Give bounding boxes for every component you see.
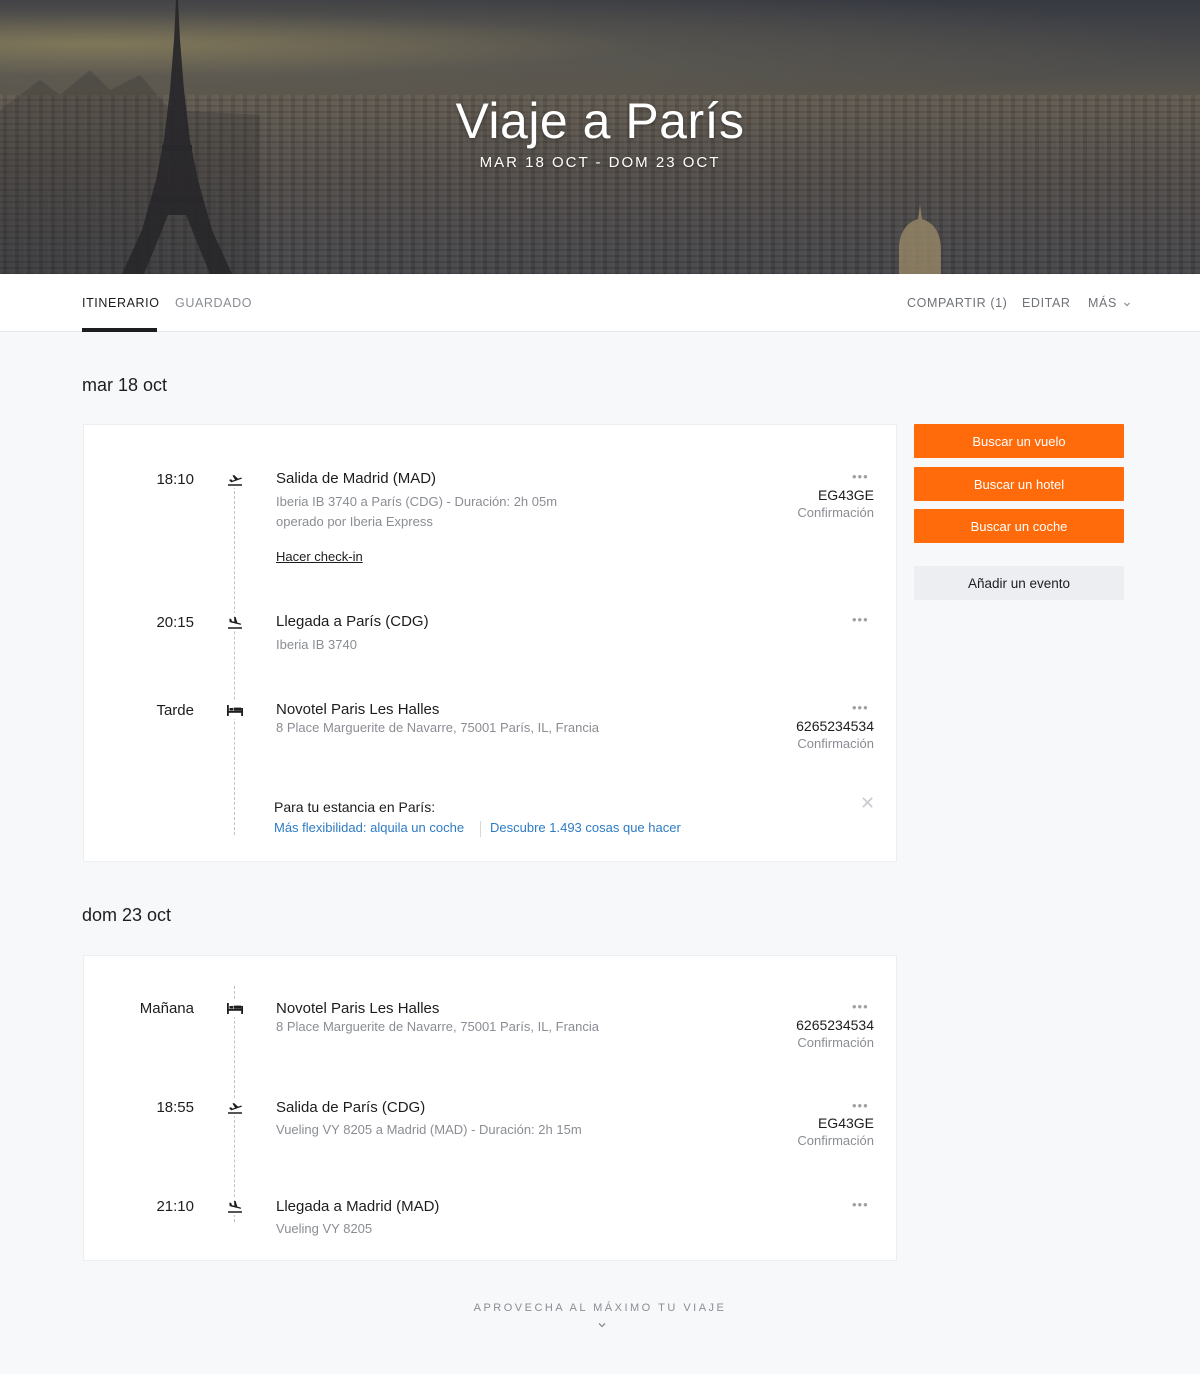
event-detail: Iberia IB 3740: [276, 637, 357, 652]
event-menu-button[interactable]: •••: [852, 612, 869, 627]
bed-icon: [225, 999, 245, 1017]
confirmation-code: EG43GE: [817, 1115, 874, 1131]
things-to-do-link[interactable]: Descubre 1.493 cosas que hacer: [490, 820, 681, 835]
more-label: MÁS: [1088, 296, 1117, 310]
chevron-down-icon[interactable]: [597, 1320, 607, 1330]
day-card: Mañana Novotel Paris Les Halles 8 Place …: [83, 955, 897, 1261]
confirmation-label: Confirmación: [797, 736, 874, 751]
plane-takeoff-icon: [225, 1098, 245, 1116]
share-button[interactable]: COMPARTIR (1): [907, 296, 1007, 310]
search-hotel-button[interactable]: Buscar un hotel: [914, 467, 1124, 501]
confirmation-code: 6265234534: [796, 718, 874, 734]
plane-landing-icon: [225, 1197, 245, 1215]
event-title[interactable]: Llegada a Madrid (MAD): [276, 1198, 439, 1215]
tab-saved[interactable]: GUARDADO: [175, 296, 252, 310]
tab-bar: ITINERARIO GUARDADO COMPARTIR (1) EDITAR…: [0, 274, 1200, 332]
event-time: Tarde: [156, 702, 194, 719]
check-in-link[interactable]: Hacer check-in: [276, 549, 363, 564]
confirmation-code: EG43GE: [817, 487, 874, 503]
event-address: 8 Place Marguerite de Navarre, 75001 Par…: [276, 720, 599, 735]
promo-title: Para tu estancia en París:: [274, 799, 436, 815]
active-tab-indicator: [82, 328, 157, 332]
event-time: Mañana: [139, 1000, 194, 1017]
more-menu-button[interactable]: MÁS: [1088, 296, 1131, 310]
event-title[interactable]: Llegada a París (CDG): [276, 613, 429, 630]
event-menu-button[interactable]: •••: [852, 700, 869, 715]
event-time: 21:10: [156, 1198, 194, 1215]
day-heading: dom 23 oct: [82, 905, 172, 925]
footer-cta[interactable]: APROVECHA AL MÁXIMO TU VIAJE: [0, 1302, 1200, 1314]
event-address: 8 Place Marguerite de Navarre, 75001 Par…: [276, 1019, 599, 1034]
plane-takeoff-icon: [225, 470, 245, 488]
event-detail: Iberia IB 3740 a París (CDG) - Duración:…: [276, 494, 558, 509]
search-car-button[interactable]: Buscar un coche: [914, 509, 1124, 543]
event-title[interactable]: Salida de Madrid (MAD): [276, 470, 436, 487]
event-detail: Vueling VY 8205: [276, 1221, 373, 1236]
confirmation-label: Confirmación: [797, 1133, 874, 1148]
rent-car-link[interactable]: Más flexibilidad: alquila un coche: [274, 820, 464, 835]
tab-itinerary[interactable]: ITINERARIO: [82, 296, 160, 310]
confirmation-label: Confirmación: [797, 1035, 874, 1050]
day-heading: mar 18 oct: [82, 375, 168, 395]
promo-divider: [480, 821, 481, 837]
event-menu-button[interactable]: •••: [852, 1197, 869, 1212]
event-menu-button[interactable]: •••: [852, 1098, 869, 1113]
add-event-button[interactable]: Añadir un evento: [914, 566, 1124, 600]
bed-icon: [225, 701, 245, 719]
day-card: 18:10 Salida de Madrid (MAD) Iberia IB 3…: [83, 424, 897, 862]
event-title[interactable]: Novotel Paris Les Halles: [276, 701, 439, 718]
caret-down-icon: [1124, 302, 1130, 307]
plane-landing-icon: [225, 613, 245, 631]
trip-title: Viaje a París: [455, 93, 745, 149]
timeline-line: [234, 481, 235, 835]
event-menu-button[interactable]: •••: [852, 469, 869, 484]
confirmation-label: Confirmación: [797, 505, 874, 520]
event-title[interactable]: Novotel Paris Les Halles: [276, 1000, 439, 1017]
event-title[interactable]: Salida de París (CDG): [276, 1099, 425, 1116]
trip-dates: MAR 18 OCT - DOM 23 OCT: [479, 154, 721, 171]
edit-button[interactable]: EDITAR: [1022, 296, 1071, 310]
event-time: 20:15: [156, 614, 194, 631]
event-menu-button[interactable]: •••: [852, 999, 869, 1014]
confirmation-code: 6265234534: [796, 1017, 874, 1033]
close-icon[interactable]: ✕: [860, 793, 875, 814]
hero-banner: Viaje a París MAR 18 OCT - DOM 23 OCT: [0, 0, 1200, 274]
event-operator: operado por Iberia Express: [276, 514, 433, 529]
event-detail: Vueling VY 8205 a Madrid (MAD) - Duració…: [276, 1122, 582, 1137]
event-time: 18:55: [156, 1099, 194, 1116]
search-flight-button[interactable]: Buscar un vuelo: [914, 424, 1124, 458]
event-time: 18:10: [156, 471, 194, 488]
